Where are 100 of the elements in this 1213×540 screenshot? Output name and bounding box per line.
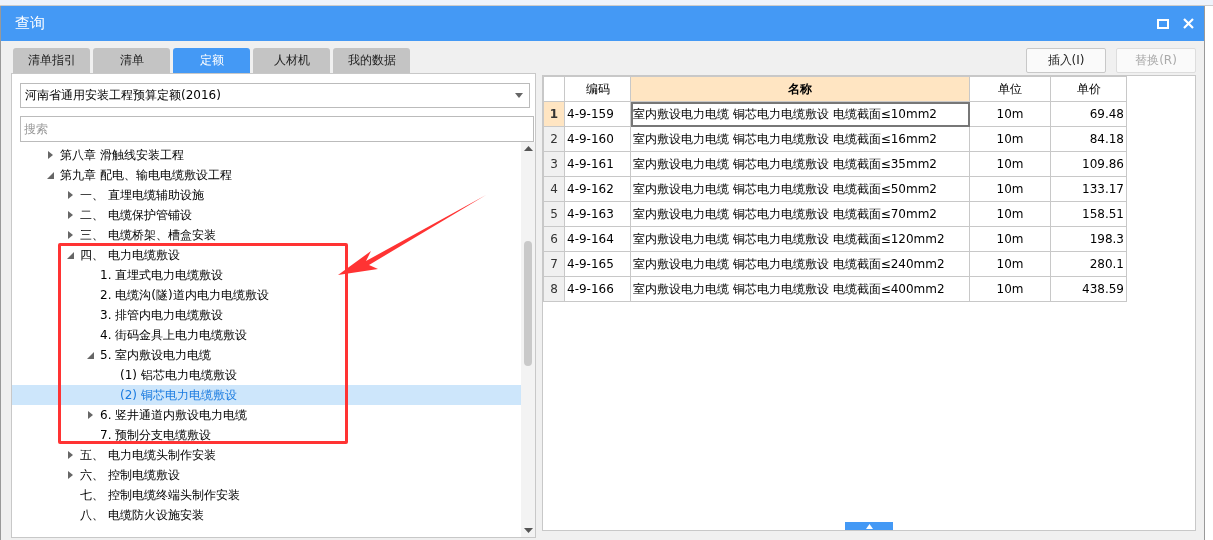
tree-item[interactable]: 4. 街码金具上电力电缆敷设 [12, 325, 521, 345]
tree-item[interactable]: 1. 直埋式电力电缆敷设 [12, 265, 521, 285]
column-header[interactable]: 单位 [969, 76, 1051, 102]
row-number[interactable]: 7 [543, 251, 565, 277]
code-cell: 4-9-163 [564, 201, 631, 227]
library-dropdown[interactable]: 河南省通用安装工程预算定额(2016) [20, 83, 530, 108]
code-cell: 4-9-164 [564, 226, 631, 252]
collapse-handle[interactable] [845, 522, 893, 530]
tree-item-label: 4. 街码金具上电力电缆敷设 [100, 326, 248, 344]
tree-item[interactable]: 7. 预制分支电缆敷设 [12, 425, 521, 445]
price-cell: 109.86 [1050, 151, 1127, 177]
code-cell: 4-9-160 [564, 126, 631, 152]
tree-item-label: 七、 控制电缆终端头制作安装 [80, 486, 240, 504]
tree-item[interactable]: 5. 室内敷设电力电缆 [12, 345, 521, 365]
name-cell: 室内敷设电力电缆 铜芯电力电缆敷设 电缆截面≤35mm2 [630, 151, 970, 177]
column-header[interactable]: 单价 [1050, 76, 1127, 102]
tree-item-label: (2) 铜芯电力电缆敷设 [120, 386, 237, 404]
tree-item[interactable]: 一、 直埋电缆辅助设施 [12, 185, 521, 205]
tab[interactable]: 人材机 [253, 48, 330, 73]
row-number[interactable]: 2 [543, 126, 565, 152]
collapsed-triangle-icon[interactable] [67, 211, 73, 219]
tree-item-label: 2. 电缆沟(隧)道内电力电缆敷设 [100, 286, 269, 304]
tree-item[interactable]: 第八章 滑触线安装工程 [12, 145, 521, 165]
name-cell: 室内敷设电力电缆 铜芯电力电缆敷设 电缆截面≤50mm2 [630, 176, 970, 202]
collapsed-triangle-icon[interactable] [67, 471, 73, 479]
tree-item[interactable]: 二、 电缆保护管铺设 [12, 205, 521, 225]
scroll-thumb[interactable] [524, 241, 532, 366]
unit-cell: 10m [969, 176, 1051, 202]
row-number[interactable]: 5 [543, 201, 565, 227]
name-cell: 室内敷设电力电缆 铜芯电力电缆敷设 电缆截面≤16mm2 [630, 126, 970, 152]
tree-item[interactable]: 五、 电力电缆头制作安装 [12, 445, 521, 465]
expanded-triangle-icon[interactable] [86, 351, 94, 359]
tree-item-label: (1) 铝芯电力电缆敷设 [120, 366, 237, 384]
maximize-icon[interactable] [1157, 18, 1169, 29]
price-cell: 84.18 [1050, 126, 1127, 152]
unit-cell: 10m [969, 151, 1051, 177]
tree-item[interactable]: 四、 电力电缆敷设 [12, 245, 521, 265]
price-cell: 69.48 [1050, 101, 1127, 127]
tab[interactable]: 清单 [93, 48, 170, 73]
unit-cell: 10m [969, 276, 1051, 302]
tree-item[interactable]: 三、 电缆桥架、槽盒安装 [12, 225, 521, 245]
code-cell: 4-9-166 [564, 276, 631, 302]
code-cell: 4-9-165 [564, 251, 631, 277]
tree-item-label: 四、 电力电缆敷设 [80, 246, 180, 264]
column-header[interactable]: 名称 [630, 76, 970, 102]
collapsed-triangle-icon[interactable] [87, 411, 93, 419]
tree-item[interactable]: 八、 电缆防火设施安装 [12, 505, 521, 525]
code-cell: 4-9-162 [564, 176, 631, 202]
unit-cell: 10m [969, 126, 1051, 152]
tree-item-label: 五、 电力电缆头制作安装 [80, 446, 216, 464]
tree-item-label: 八、 电缆防火设施安装 [80, 506, 204, 524]
price-cell: 133.17 [1050, 176, 1127, 202]
close-icon[interactable] [1183, 18, 1194, 29]
tree-item[interactable]: (1) 铝芯电力电缆敷设 [12, 365, 521, 385]
collapsed-triangle-icon[interactable] [67, 451, 73, 459]
name-cell: 室内敷设电力电缆 铜芯电力电缆敷设 电缆截面≤240mm2 [630, 251, 970, 277]
scroll-up-icon[interactable] [523, 146, 533, 151]
tab[interactable]: 我的数据 [333, 48, 410, 73]
name-cell: 室内敷设电力电缆 铜芯电力电缆敷设 电缆截面≤400mm2 [630, 276, 970, 302]
tree-item-label: 一、 直埋电缆辅助设施 [80, 186, 204, 204]
search-field[interactable]: 搜索 [20, 116, 534, 142]
dropdown-caret-icon [515, 93, 523, 98]
tree-item-label: 六、 控制电缆敷设 [80, 466, 180, 484]
collapsed-triangle-icon[interactable] [47, 151, 53, 159]
tree-item[interactable]: 六、 控制电缆敷设 [12, 465, 521, 485]
name-cell: 室内敷设电力电缆 铜芯电力电缆敷设 电缆截面≤10mm2 [630, 101, 970, 127]
unit-cell: 10m [969, 226, 1051, 252]
tree-item-label: 1. 直埋式电力电缆敷设 [100, 266, 224, 284]
collapsed-triangle-icon[interactable] [67, 231, 73, 239]
tree-item[interactable]: 6. 竖井通道内敷设电力电缆 [12, 405, 521, 425]
tree-item[interactable]: 第九章 配电、输电电缆敷设工程 [12, 165, 521, 185]
tree-item-label: 二、 电缆保护管铺设 [80, 206, 192, 224]
name-cell: 室内敷设电力电缆 铜芯电力电缆敷设 电缆截面≤120mm2 [630, 226, 970, 252]
row-number[interactable]: 3 [543, 151, 565, 177]
column-header[interactable]: 编码 [564, 76, 631, 102]
row-number[interactable]: 6 [543, 226, 565, 252]
row-number[interactable]: 8 [543, 276, 565, 302]
expanded-triangle-icon[interactable] [66, 251, 74, 259]
name-cell: 室内敷设电力电缆 铜芯电力电缆敷设 电缆截面≤70mm2 [630, 201, 970, 227]
unit-cell: 10m [969, 201, 1051, 227]
action-button[interactable]: 插入(I) [1026, 48, 1106, 73]
tree-item-label: 3. 排管内电力电缆敷设 [100, 306, 224, 324]
tree-item[interactable]: 3. 排管内电力电缆敷设 [12, 305, 521, 325]
tree-item-label: 7. 预制分支电缆敷设 [100, 426, 212, 444]
scroll-down-icon[interactable] [523, 528, 533, 533]
window-title: 查询 [15, 14, 45, 33]
row-number[interactable]: 1 [543, 101, 565, 127]
row-number[interactable]: 4 [543, 176, 565, 202]
tree-item[interactable]: 2. 电缆沟(隧)道内电力电缆敷设 [12, 285, 521, 305]
vertical-scrollbar[interactable] [521, 142, 535, 537]
code-cell: 4-9-161 [564, 151, 631, 177]
tree-item-label: 第九章 配电、输电电缆敷设工程 [60, 166, 232, 184]
tab[interactable]: 清单指引 [13, 48, 90, 73]
expanded-triangle-icon[interactable] [46, 171, 54, 179]
collapsed-triangle-icon[interactable] [67, 191, 73, 199]
tree-item-label: 6. 竖井通道内敷设电力电缆 [100, 406, 248, 424]
price-cell: 158.51 [1050, 201, 1127, 227]
tree-item[interactable]: 七、 控制电缆终端头制作安装 [12, 485, 521, 505]
tree-item-label: 5. 室内敷设电力电缆 [100, 346, 212, 364]
tree-item-label: 第八章 滑触线安装工程 [60, 146, 184, 164]
